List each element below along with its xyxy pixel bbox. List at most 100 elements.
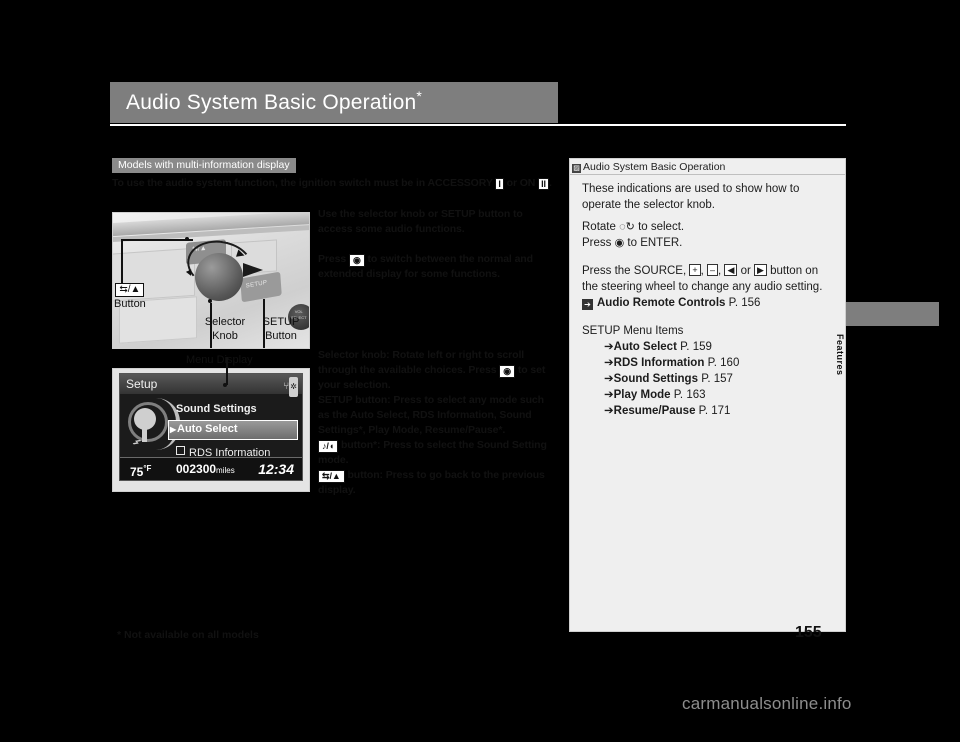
enter-press-icon: ◉ <box>348 254 365 267</box>
info-panel-header-text: Audio System Basic Operation <box>583 161 726 173</box>
callout-back-button: ⇆/▲ Button <box>114 282 146 311</box>
info-panel-header: ▨ Audio System Basic Operation <box>570 159 845 175</box>
right-key-icon: ▶ <box>754 264 767 276</box>
setup-item-label-2: Sound Settings <box>613 373 698 385</box>
display-row-label-2: Auto Select <box>177 423 238 435</box>
display-status-bar: 75°F 002300miles 12:34 <box>120 457 302 480</box>
info-rotate-line: Rotate ◌↻ to select. <box>582 219 837 235</box>
odometer-value: 002300 <box>176 462 217 476</box>
middle-paragraph-2-pre: Press <box>318 253 347 265</box>
reference-arrow-icon: ➔ <box>604 341 614 353</box>
display-row-sound-settings[interactable]: Sound Settings <box>168 400 298 418</box>
rotate-knob-icon: ◌↻ <box>619 221 635 233</box>
setup-item-label-1: RDS Information <box>613 357 705 369</box>
footnote: * Not available on all models <box>117 629 259 641</box>
left-key-icon: ◀ <box>724 264 738 276</box>
callout-setup-button-line1: SETUP <box>262 316 300 328</box>
leader-line-menu-display <box>226 357 228 385</box>
reference-arrow-icon: ➔ <box>604 405 614 417</box>
display-title-text: Setup <box>126 377 158 391</box>
reference-arrow-icon: ➔ <box>604 357 614 369</box>
section-tab-label: Features <box>835 334 845 376</box>
setup-item-page-4: P. 171 <box>698 405 731 417</box>
reference-arrow-icon: ➔ <box>604 373 614 385</box>
press-knob-icon: ◉ <box>499 365 516 378</box>
leader-dot-menu-display <box>223 383 227 387</box>
gear-stem <box>142 428 147 442</box>
plus-key-icon: + <box>689 264 701 276</box>
middle-paragraph-1: Use the selector knob or SETUP button to… <box>318 208 523 235</box>
setup-menu-item-sound-settings[interactable]: ➔Sound Settings P. 157 <box>604 371 837 387</box>
setup-menu-item-auto-select[interactable]: ➔Auto Select P. 159 <box>604 339 837 355</box>
middle-paragraph-6: ⇆/▲ button: Press to go back to the prev… <box>318 468 558 498</box>
middle-paragraph-5: ♪/◖ button*: Press to select the Sound S… <box>318 438 558 468</box>
callout-setup-button-line2: Button <box>265 330 297 342</box>
checkbox-icon[interactable] <box>176 446 185 455</box>
middle-paragraph-group: Selector knob: Rotate left or right to s… <box>318 348 558 498</box>
watermark: carmanualsonline.info <box>682 694 852 713</box>
info-panel-body: These indications are used to show how t… <box>582 181 837 419</box>
gear-ring-inner <box>134 408 156 430</box>
sound-button-icon: ♪/◖ <box>318 440 339 453</box>
setup-menu-item-rds-information[interactable]: ➔RDS Information P. 160 <box>604 355 837 371</box>
models-badge: Models with multi-information display <box>112 158 296 173</box>
bluetooth-icon: ✲ <box>289 377 298 397</box>
display-status-icons: ⑂✲ <box>283 377 298 397</box>
leader-dot-knob <box>208 299 212 303</box>
menu-display-mock: Setup ⑂✲ ⌁ Sound Settings ▶ Auto Select … <box>112 357 310 492</box>
header-rule <box>110 124 846 126</box>
section-tab-band <box>846 302 939 326</box>
setup-item-page-3: P. 163 <box>673 389 706 401</box>
setup-item-page-2: P. 157 <box>701 373 733 385</box>
reference-arrow-icon: ➔ <box>582 299 593 310</box>
ignition-key-accessory: I <box>495 178 504 190</box>
intro-text-3: . <box>548 177 552 189</box>
middle-paragraph-6-text: button: Press to go back to the previous… <box>318 469 545 496</box>
callout-selector-knob-line1: Selector <box>204 316 246 328</box>
reference-audio-remote-controls[interactable]: ➔ Audio Remote Controls P. 156 <box>582 295 837 311</box>
intro-paragraph: To use the audio system function, the ig… <box>112 176 557 190</box>
info-press-pre: Press <box>582 237 612 249</box>
odometer-unit: miles <box>216 466 235 475</box>
reference-arrow-icon: ➔ <box>604 389 614 401</box>
intro-text-1: To use the audio system function, the ig… <box>112 177 493 189</box>
setup-item-label-0: Auto Select <box>613 341 677 353</box>
middle-paragraph-2: Press ◉ to switch between the normal and… <box>318 252 558 282</box>
clock-readout: 12:34 <box>258 461 294 477</box>
minus-key-icon: – <box>707 264 719 276</box>
setup-item-label-3: Play Mode <box>613 389 671 401</box>
info-press-post: to ENTER. <box>627 237 683 249</box>
leader-line-back <box>121 239 193 241</box>
reference-audio-remote-label: Audio Remote Controls <box>597 297 726 309</box>
middle-paragraph-3-pre: Selector knob: Rotate left or right to s… <box>318 349 525 376</box>
leader-dot-back <box>185 237 189 241</box>
middle-paragraph-5-text: button*: Press to select the Sound Setti… <box>318 439 547 466</box>
callout-selector-knob: Selector Knob <box>197 315 253 343</box>
callout-menu-display: Menu Display <box>186 354 253 366</box>
page-title: Audio System Basic Operation* <box>126 88 422 115</box>
info-line-1: These indications are used to show how t… <box>582 183 800 211</box>
intro-text-2: or ON <box>506 177 536 189</box>
back-button-icon: ⇆/▲ <box>115 283 145 297</box>
setup-menu-item-play-mode[interactable]: ➔Play Mode P. 163 <box>604 387 837 403</box>
display-row-auto-select[interactable]: ▶ Auto Select <box>168 420 298 440</box>
temperature-value: 75 <box>130 465 144 479</box>
page-title-text: Audio System Basic Operation <box>126 91 417 114</box>
info-source-pre: Press the SOURCE, <box>582 265 687 277</box>
page-title-asterisk: * <box>416 88 423 104</box>
callout-selector-knob-line2: Knob <box>212 330 238 342</box>
display-title-bar: Setup ⑂✲ <box>120 374 302 397</box>
middle-paragraph-4: SETUP button: Press to select any mode s… <box>318 394 544 436</box>
info-press-line: Press ◉ to ENTER. <box>582 235 837 251</box>
reference-audio-remote-page: P. 156 <box>728 297 761 309</box>
callout-back-button-label: Button <box>114 298 146 310</box>
temperature-readout: 75°F <box>130 458 151 483</box>
setup-menu-item-resume-pause[interactable]: ➔Resume/Pause P. 171 <box>604 403 837 419</box>
ignition-key-on: II <box>538 178 549 190</box>
back-button-inline-icon: ⇆/▲ <box>318 470 345 483</box>
manual-page: Audio System Basic Operation* Models wit… <box>0 0 960 742</box>
menu-display-screen: Setup ⑂✲ ⌁ Sound Settings ▶ Auto Select … <box>119 373 303 481</box>
setup-menu-heading: SETUP Menu Items <box>582 325 684 337</box>
info-source-mid: or <box>740 265 751 277</box>
info-rotate-post: to select. <box>638 221 685 233</box>
